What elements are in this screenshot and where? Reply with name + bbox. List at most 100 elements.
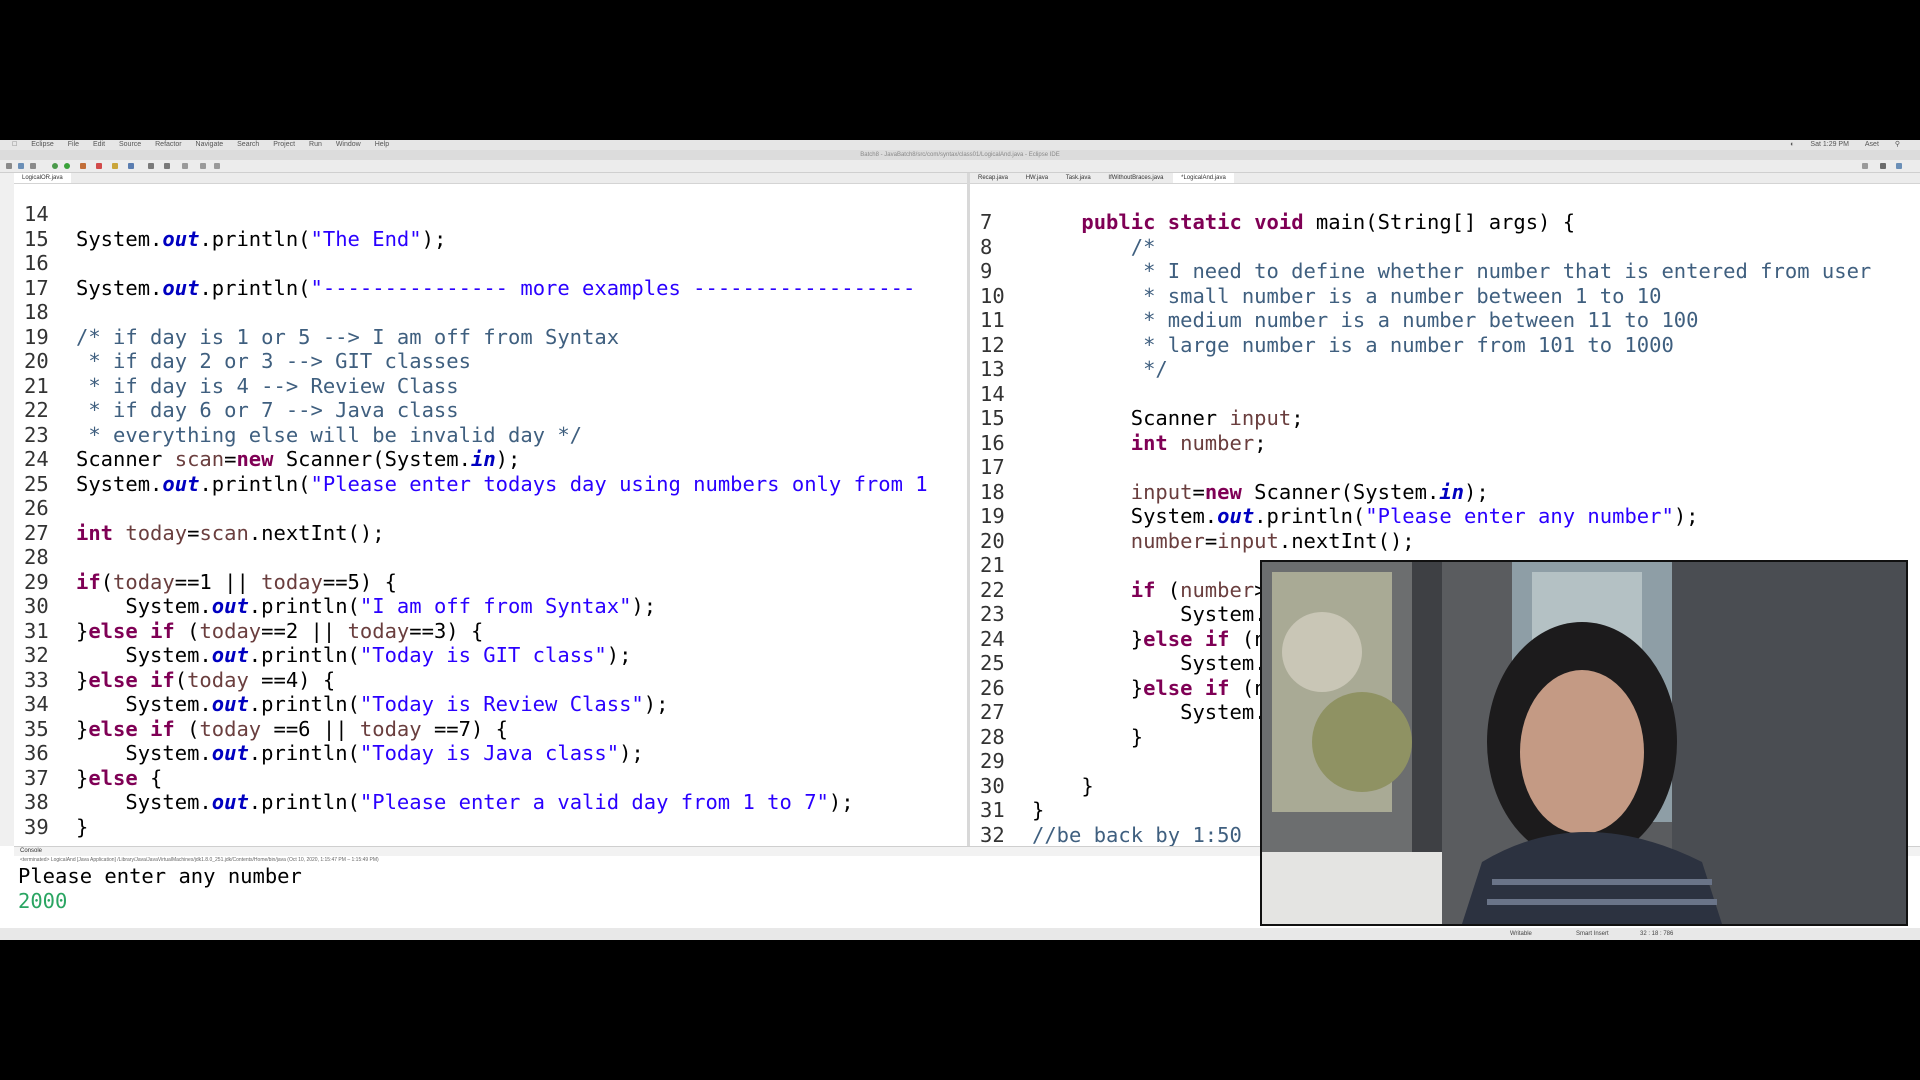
code-line[interactable]: 32 System.out.println("Today is GIT clas…: [14, 643, 928, 668]
code-line[interactable]: 17: [970, 455, 1871, 480]
line-code[interactable]: int today=scan.nextInt();: [76, 521, 385, 545]
menu-help[interactable]: Help: [375, 140, 389, 150]
code-line[interactable]: 24 Scanner scan=new Scanner(System.in);: [14, 447, 928, 472]
code-line[interactable]: 10 * small number is a number between 1 …: [970, 284, 1871, 309]
line-code[interactable]: //be back by 1:50: [1032, 823, 1242, 847]
line-code[interactable]: System.out.println("Please enter todays …: [76, 472, 928, 496]
line-code[interactable]: System.out.println("Today is Java class"…: [76, 741, 643, 765]
run-icon[interactable]: [64, 163, 70, 169]
coverage-icon[interactable]: [80, 163, 86, 169]
search-toolbar-icon[interactable]: [164, 163, 170, 169]
line-code[interactable]: System.o: [1032, 651, 1279, 675]
code-line[interactable]: 22 * if day 6 or 7 --> Java class: [14, 398, 928, 423]
line-code[interactable]: Scanner scan=new Scanner(System.in);: [76, 447, 520, 471]
annotation-icon[interactable]: [182, 163, 188, 169]
new-class-icon[interactable]: [128, 163, 134, 169]
line-code[interactable]: System.o: [1032, 602, 1279, 626]
line-code[interactable]: if (number>0: [1032, 578, 1279, 602]
wifi-icon[interactable]: ◐: [1790, 140, 1794, 150]
code-line[interactable]: 19 /* if day is 1 or 5 --> I am off from …: [14, 325, 928, 350]
code-area[interactable]: 14 15 System.out.println("The End"); 16 17 Sy…: [14, 202, 928, 839]
code-line[interactable]: 13 */: [970, 357, 1871, 382]
code-line[interactable]: 8 /*: [970, 235, 1871, 260]
code-line[interactable]: 9 * I need to define whether number that…: [970, 259, 1871, 284]
new-file-icon[interactable]: [6, 163, 12, 169]
line-code[interactable]: public static void main(String[] args) {: [1032, 210, 1575, 234]
code-line[interactable]: 18 input=new Scanner(System.in);: [970, 480, 1871, 505]
code-line[interactable]: 29 if(today==1 || today==5) {: [14, 570, 928, 595]
tab-hw[interactable]: HW.java: [1018, 173, 1056, 183]
line-code[interactable]: }else if (today ==6 || today ==7) {: [76, 717, 508, 741]
line-code[interactable]: * if day 6 or 7 --> Java class: [76, 398, 458, 422]
code-line[interactable]: 11 * medium number is a number between 1…: [970, 308, 1871, 333]
code-line[interactable]: 26: [14, 496, 928, 521]
line-code[interactable]: * if day is 4 --> Review Class: [76, 374, 458, 398]
code-line[interactable]: 28: [14, 545, 928, 570]
code-line[interactable]: 39}: [14, 815, 928, 840]
line-code[interactable]: }else if (nu: [1032, 676, 1279, 700]
line-code[interactable]: }: [76, 815, 88, 839]
code-line[interactable]: 15 Scanner input;: [970, 406, 1871, 431]
apple-icon[interactable]: : [12, 140, 17, 150]
code-line[interactable]: 12 * large number is a number from 101 t…: [970, 333, 1871, 358]
menu-eclipse[interactable]: Eclipse: [31, 140, 54, 150]
left-editor[interactable]: LogicalOR.java 14 15 System.out.println("T…: [14, 173, 967, 846]
line-code[interactable]: * everything else will be invalid day */: [76, 423, 582, 447]
line-code[interactable]: }else {: [76, 766, 162, 790]
java-perspective-icon[interactable]: [1896, 163, 1902, 169]
menu-source[interactable]: Source: [119, 140, 141, 150]
perspective-icon[interactable]: [1880, 163, 1886, 169]
code-line[interactable]: 31}else if (today==2 || today==3) {: [14, 619, 928, 644]
code-line[interactable]: 25 System.out.println("Please enter today…: [14, 472, 928, 497]
line-code[interactable]: * small number is a number between 1 to …: [1032, 284, 1661, 308]
line-code[interactable]: * medium number is a number between 11 t…: [1032, 308, 1698, 332]
line-code[interactable]: System.out.println("I am off from Syntax…: [76, 594, 656, 618]
line-code[interactable]: input=new Scanner(System.in);: [1032, 480, 1489, 504]
code-line[interactable]: 35}else if (today ==6 || today ==7) {: [14, 717, 928, 742]
code-line[interactable]: 19 System.out.println("Please enter any …: [970, 504, 1871, 529]
line-code[interactable]: System.out.println("--------------- more…: [76, 276, 915, 300]
clock[interactable]: Sat 1:29 PM: [1810, 140, 1849, 150]
code-line[interactable]: 16 int number;: [970, 431, 1871, 456]
open-type-icon[interactable]: [148, 163, 154, 169]
code-line[interactable]: 34 System.out.println("Today is Review C…: [14, 692, 928, 717]
menu-project[interactable]: Project: [273, 140, 295, 150]
tab-logicalor[interactable]: LogicalOR.java: [14, 173, 71, 183]
menu-search[interactable]: Search: [237, 140, 259, 150]
line-code[interactable]: }: [1032, 725, 1143, 749]
line-code[interactable]: System.out.println("The End");: [76, 227, 446, 251]
code-line[interactable]: 38 System.out.println("Please enter a va…: [14, 790, 928, 815]
line-code[interactable]: }: [1032, 798, 1044, 822]
line-code[interactable]: number=input.nextInt();: [1032, 529, 1415, 553]
code-line[interactable]: 15 System.out.println("The End");: [14, 227, 928, 252]
line-code[interactable]: System.out.println("Today is Review Clas…: [76, 692, 668, 716]
code-line[interactable]: 18: [14, 300, 928, 325]
line-code[interactable]: }else if (nu: [1032, 627, 1279, 651]
menu-edit[interactable]: Edit: [93, 140, 105, 150]
tab-recap[interactable]: Recap.java: [970, 173, 1016, 183]
line-code[interactable]: }else if(today ==4) {: [76, 668, 335, 692]
line-code[interactable]: int number;: [1032, 431, 1267, 455]
line-code[interactable]: System.o: [1032, 700, 1279, 724]
forward-icon[interactable]: [214, 163, 220, 169]
code-line[interactable]: 17 System.out.println("--------------- mo…: [14, 276, 928, 301]
search-icon[interactable]: ⚲: [1895, 140, 1900, 150]
code-line[interactable]: 20 number=input.nextInt();: [970, 529, 1871, 554]
line-code[interactable]: System.out.println("Today is GIT class")…: [76, 643, 631, 667]
line-code[interactable]: }else if (today==2 || today==3) {: [76, 619, 483, 643]
line-code[interactable]: if(today==1 || today==5) {: [76, 570, 397, 594]
line-code[interactable]: * large number is a number from 101 to 1…: [1032, 333, 1674, 357]
menu-run[interactable]: Run: [309, 140, 322, 150]
code-line[interactable]: 7 public static void main(String[] args)…: [970, 210, 1871, 235]
line-code[interactable]: * I need to define whether number that i…: [1032, 259, 1871, 283]
menu-file[interactable]: File: [68, 140, 79, 150]
code-line[interactable]: 36 System.out.println("Today is Java cla…: [14, 741, 928, 766]
code-line[interactable]: 14: [970, 382, 1871, 407]
code-line[interactable]: 20 * if day 2 or 3 --> GIT classes: [14, 349, 928, 374]
code-line[interactable]: 21 * if day is 4 --> Review Class: [14, 374, 928, 399]
search-icon[interactable]: [1862, 163, 1868, 169]
line-code[interactable]: System.out.println("Please enter any num…: [1032, 504, 1699, 528]
code-line[interactable]: 30 System.out.println("I am off from Syn…: [14, 594, 928, 619]
save-icon[interactable]: [18, 163, 24, 169]
line-code[interactable]: * if day 2 or 3 --> GIT classes: [76, 349, 471, 373]
